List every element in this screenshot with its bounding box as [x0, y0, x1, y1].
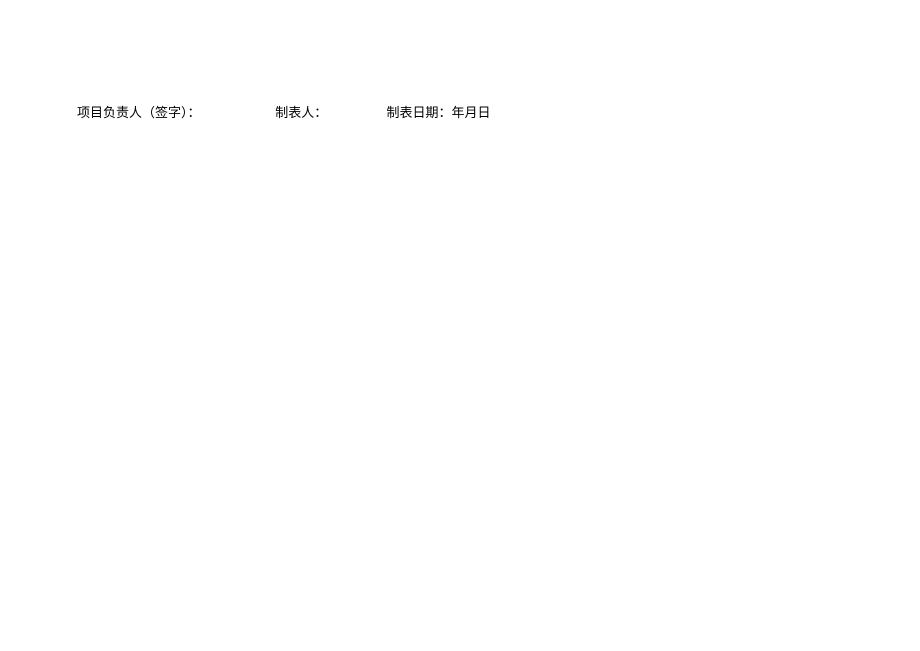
signature-row: 项目负责人（签字）： 制表人： 制表日期：年月日 — [77, 103, 577, 124]
project-leader-signature-label: 项目负责人（签字）： — [77, 103, 272, 124]
preparer-label: 制表人： — [275, 103, 383, 124]
preparation-date-label: 制表日期：年月日 — [387, 103, 491, 124]
